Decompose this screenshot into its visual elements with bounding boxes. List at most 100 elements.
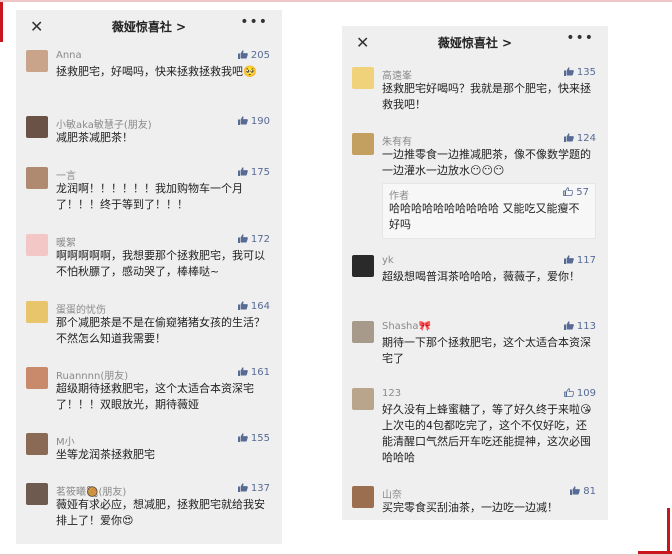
comment: 小敏aka敏慧子(朋友) 190 减肥茶减肥茶！ [16, 116, 282, 146]
reply-text: 哈哈哈哈哈哈哈哈哈哈 又能吃又能瘦不好吗 [389, 202, 580, 231]
more-icon[interactable]: ••• [566, 30, 594, 46]
comment: 茗筱曦🥘(朋友) 137 薇娅有求必应，想减肥，拯救肥宅就给我安排上了！爱你😍 [16, 483, 282, 529]
right-screenshot: ✕ 薇娅惊喜社 > ••• 高遠峯 135 拯救肥宅好喝吗？我就是那个肥宅，快来… [342, 26, 608, 520]
thumbs-up-icon [237, 116, 248, 125]
like-button[interactable]: 175 [237, 167, 270, 178]
avatar[interactable] [26, 483, 48, 505]
like-count: 117 [576, 255, 596, 266]
like-button[interactable]: 109 [564, 388, 596, 399]
comment-author[interactable]: 茗筱曦🥘(朋友) [56, 483, 126, 498]
like-count: 175 [250, 167, 270, 178]
like-count: 57 [576, 187, 589, 198]
like-count: 124 [576, 133, 596, 144]
comment-text: 一边推零食一边推减肥茶，像不像数学题的一边灌水一边放水😶😶😶 [382, 148, 591, 177]
comment-author[interactable]: Shasha🎀 [382, 321, 431, 332]
frame-top [0, 0, 672, 2]
comment-author[interactable]: 山奈 [382, 486, 402, 501]
comment-author[interactable]: yk [382, 255, 394, 266]
thumbs-up-icon [237, 50, 248, 59]
thumbs-up-outline-icon [563, 187, 574, 196]
like-count: 161 [250, 367, 270, 378]
like-button[interactable]: 57 [563, 187, 589, 198]
comment-author[interactable]: Anna [56, 50, 82, 61]
thumbs-up-icon [563, 321, 574, 330]
comment-text: 拯救肥宅好喝吗？我就是那个肥宅，快来拯救我吧！ [382, 82, 591, 111]
like-button[interactable]: 172 [237, 234, 270, 245]
avatar[interactable] [26, 301, 48, 323]
avatar[interactable] [26, 167, 48, 189]
comment: Shasha🎀 113 期待一下那个拯救肥宅，这个太适合本资深宅了 [342, 321, 608, 367]
author-reply: 作者 57 哈哈哈哈哈哈哈哈哈哈 又能吃又能瘦不好吗 [382, 183, 596, 239]
comment: Ruannnn(朋友) 161 超级期待拯救肥宅，这个太适合本资深宅了！！！双眼… [16, 367, 282, 413]
comment: 蛋蛋的忧伤 164 那个减肥茶是不是在偷窥猪猪女孩的生活？不然怎么知道我需要！ [16, 301, 282, 347]
like-button[interactable]: 124 [563, 133, 596, 144]
avatar[interactable] [352, 133, 374, 155]
comment: 123 109 好久没有上蜂蜜糖了，等了好久终于来啦😘上次屯的4包都吃完了，这个… [342, 388, 608, 468]
comment-author[interactable]: 高遠峯 [382, 67, 412, 82]
avatar[interactable] [26, 367, 48, 389]
thumbs-up-icon [237, 301, 248, 310]
like-count: 113 [576, 321, 596, 332]
like-button[interactable]: 164 [237, 301, 270, 312]
avatar[interactable] [26, 234, 48, 256]
like-button[interactable]: 113 [563, 321, 596, 332]
avatar[interactable] [352, 486, 374, 508]
comment: 暖絮 172 啊啊啊啊啊，我想要那个拯救肥宅，我可以不怕秋膘了，感动哭了，棒棒哒… [16, 234, 282, 280]
like-button[interactable]: 135 [563, 67, 596, 78]
comment: 山奈 81 买完零食买刮油茶，一边吃一边减！ [342, 486, 608, 516]
thumbs-up-outline-icon [564, 388, 574, 397]
comment-author[interactable]: 小敏aka敏慧子(朋友) [56, 116, 152, 131]
thumbs-up-icon [237, 367, 248, 376]
avatar[interactable] [352, 255, 374, 277]
comment: 一言 175 龙润啊！！！！！！我加购物车一个月了！！！终于等到了！！！ [16, 167, 282, 213]
comment-author[interactable]: 123 [382, 388, 401, 399]
reply-author[interactable]: 作者 [389, 187, 409, 202]
thumbs-up-icon [237, 483, 248, 492]
like-button[interactable]: 190 [237, 116, 270, 127]
left-screenshot: ✕ 薇娅惊喜社 > ••• Anna 205 拯救肥宅，好喝吗，快来拯救拯救我吧… [16, 10, 282, 544]
comment: 朱有有 124 一边推零食一边推减肥茶，像不像数学题的一边灌水一边放水😶😶😶 作… [342, 133, 608, 243]
right-topbar: ✕ 薇娅惊喜社 > ••• [342, 26, 608, 58]
comment-text: 啊啊啊啊啊，我想要那个拯救肥宅，我可以不怕秋膘了，感动哭了，棒棒哒~ [56, 249, 265, 278]
avatar[interactable] [352, 321, 374, 343]
like-button[interactable]: 137 [237, 483, 270, 494]
comment-text: 超级想喝普洱茶哈哈哈，薇薇子，爱你！ [382, 270, 580, 283]
frame-bottom-right [667, 508, 670, 556]
comment-text: 龙润啊！！！！！！我加购物车一个月了！！！终于等到了！！！ [56, 182, 243, 211]
frame-top-left [0, 0, 3, 42]
like-button[interactable]: 205 [237, 50, 270, 61]
like-count: 190 [250, 116, 270, 127]
comment-author[interactable]: Ruannnn(朋友) [56, 367, 128, 382]
thumbs-up-icon [563, 255, 574, 264]
like-count: 109 [576, 388, 596, 399]
avatar[interactable] [352, 388, 374, 410]
comment-author[interactable]: 一言 [56, 167, 76, 182]
avatar[interactable] [26, 116, 48, 138]
comment-author[interactable]: 朱有有 [382, 133, 412, 148]
comment-text: 那个减肥茶是不是在偷窥猪猪女孩的生活？不然怎么知道我需要！ [56, 316, 265, 345]
like-count: 155 [250, 433, 270, 444]
comment: Anna 205 拯救肥宅，好喝吗，快来拯救拯救我吧🥺 [16, 50, 282, 90]
comment: yk 117 超级想喝普洱茶哈哈哈，薇薇子，爱你！ [342, 255, 608, 301]
comment: 高遠峯 135 拯救肥宅好喝吗？我就是那个肥宅，快来拯救我吧！ [342, 67, 608, 113]
avatar[interactable] [26, 433, 48, 455]
comment-author[interactable]: 蛋蛋的忧伤 [56, 301, 106, 316]
comment-text: 超级期待拯救肥宅，这个太适合本资深宅了！！！双眼放光，期待薇娅 [56, 382, 254, 411]
thumbs-up-icon [237, 234, 248, 243]
left-topbar: ✕ 薇娅惊喜社 > ••• [16, 10, 282, 42]
avatar[interactable] [26, 50, 48, 72]
comment: M小 155 坐等龙润茶拯救肥宅 [16, 433, 282, 463]
like-button[interactable]: 161 [237, 367, 270, 378]
like-count: 135 [576, 67, 596, 78]
thumbs-up-icon [563, 133, 574, 142]
like-count: 137 [250, 483, 270, 494]
comment-text: 买完零食买刮油茶，一边吃一边减！ [382, 501, 558, 514]
avatar[interactable] [352, 67, 374, 89]
comment-author[interactable]: 暖絮 [56, 234, 76, 249]
like-button[interactable]: 117 [563, 255, 596, 266]
like-button[interactable]: 155 [237, 433, 270, 444]
like-count: 172 [250, 234, 270, 245]
like-button[interactable]: 81 [570, 486, 596, 497]
more-icon[interactable]: ••• [240, 14, 268, 30]
comment-author[interactable]: M小 [56, 433, 75, 448]
